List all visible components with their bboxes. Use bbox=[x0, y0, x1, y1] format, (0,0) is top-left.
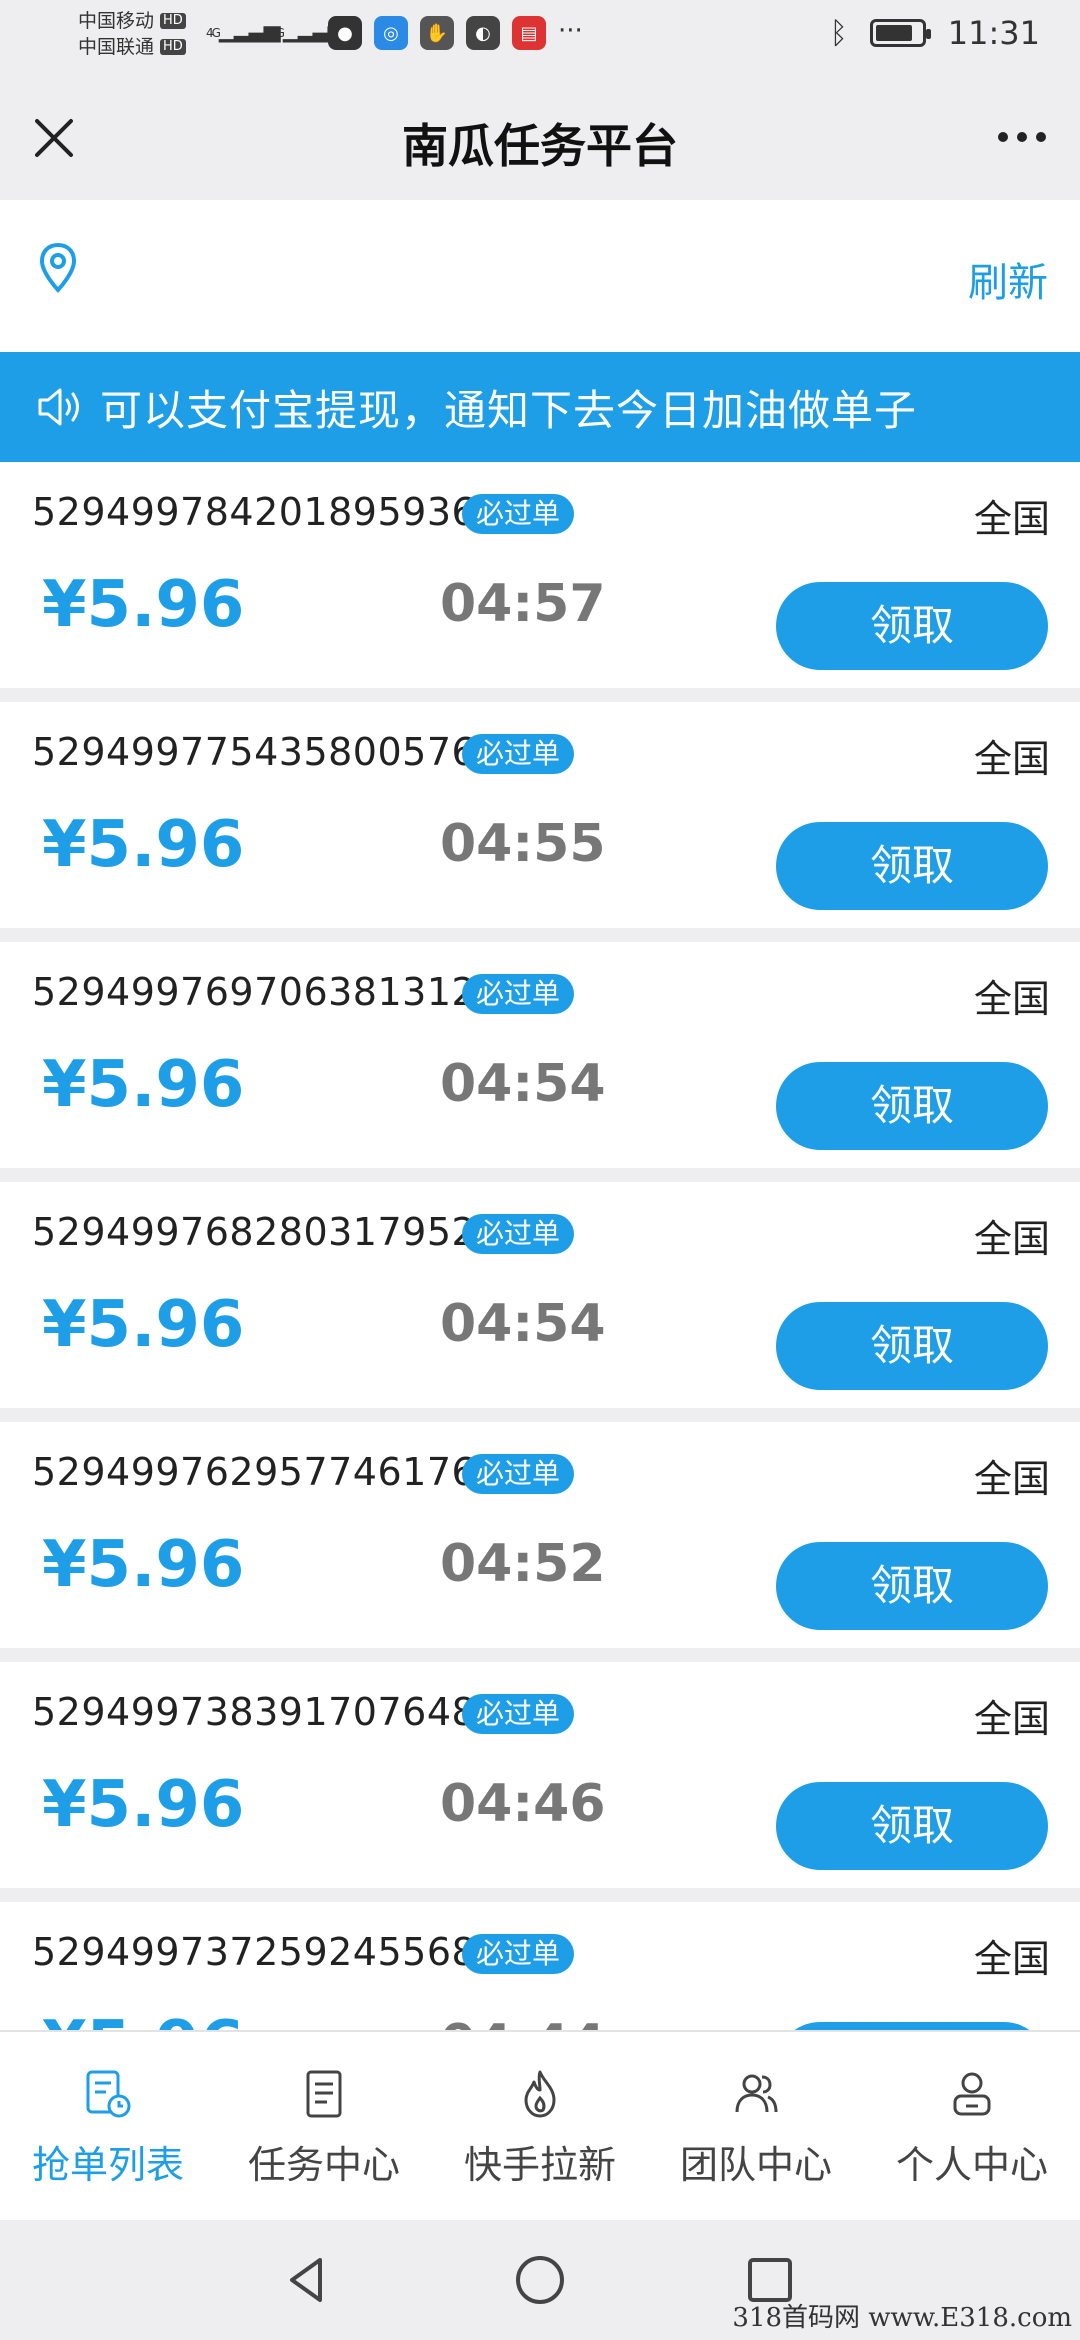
clock: 11:31 bbox=[947, 14, 1040, 52]
must-pass-badge: 必过单 bbox=[462, 734, 575, 774]
nav-label: 个人中心 bbox=[895, 2143, 1048, 2187]
order-card: 529499784201895936 必过单 全国 ¥5.96 04:57 领取 bbox=[0, 462, 1080, 688]
order-card: 529499737259245568 必过单 全国 ¥5.96 04:44 领取 bbox=[0, 1902, 1080, 2030]
order-timer: 04:52 bbox=[440, 1534, 606, 1594]
title-bar: 南瓜任务平台 bbox=[0, 70, 1080, 200]
order-card: 529499768280317952 必过单 全国 ¥5.96 04:54 领取 bbox=[0, 1182, 1080, 1408]
order-list[interactable]: 529499784201895936 必过单 全国 ¥5.96 04:57 领取… bbox=[0, 462, 1080, 2030]
app-icon: ✋ bbox=[420, 16, 454, 50]
order-id: 529499769706381312 bbox=[32, 970, 477, 1014]
order-id: 529499768280317952 bbox=[32, 1210, 477, 1254]
location-bar: 刷新 bbox=[0, 200, 1080, 352]
order-price: ¥5.96 bbox=[42, 808, 245, 882]
order-region: 全国 bbox=[973, 737, 1050, 781]
nav-label: 任务中心 bbox=[247, 2143, 400, 2187]
bluetooth-icon: ᛒ bbox=[829, 15, 848, 51]
order-region: 全国 bbox=[973, 1457, 1050, 1501]
notice-banner: 可以支付宝提现，通知下去今日加油做单子 bbox=[0, 352, 1080, 462]
flame-icon bbox=[524, 2070, 556, 2118]
must-pass-badge: 必过单 bbox=[462, 494, 575, 534]
speaker-icon bbox=[38, 388, 79, 426]
order-price: ¥5.96 bbox=[42, 1048, 245, 1122]
carrier-2: 中国联通 bbox=[78, 36, 155, 58]
order-region: 全国 bbox=[973, 1937, 1050, 1981]
order-id: 529499738391707648 bbox=[32, 1690, 477, 1734]
search-app-icon: ◎ bbox=[374, 16, 408, 50]
order-price: ¥5.96 bbox=[42, 2008, 244, 2030]
order-timer: 04:54 bbox=[440, 1294, 606, 1354]
nav-item-team-center[interactable]: 团队中心 bbox=[648, 2032, 864, 2220]
order-price: ¥5.96 bbox=[42, 1528, 245, 1602]
order-card: 529499738391707648 必过单 全国 ¥5.96 04:46 领取 bbox=[0, 1662, 1080, 1888]
order-price: ¥5.96 bbox=[42, 1288, 245, 1362]
nav-item-order-list[interactable]: 抢单列表 bbox=[0, 2032, 216, 2220]
order-card: 529499769706381312 必过单 全国 ¥5.96 04:54 领取 bbox=[0, 942, 1080, 1168]
battery-icon bbox=[869, 19, 931, 47]
notice-text: 可以支付宝提现，通知下去今日加油做单子 bbox=[100, 385, 918, 435]
home-icon[interactable] bbox=[512, 2252, 568, 2308]
order-card: 529499775435800576 必过单 全国 ¥5.96 04:55 领取 bbox=[0, 702, 1080, 928]
signal-icon: 4G▁▂▃▅ bbox=[206, 18, 281, 43]
must-pass-badge: 必过单 bbox=[462, 1694, 575, 1734]
more-notifications-icon: ··· bbox=[558, 16, 583, 46]
back-icon[interactable] bbox=[280, 2252, 336, 2308]
must-pass-badge: 必过单 bbox=[462, 1454, 575, 1494]
order-price: ¥5.96 bbox=[42, 1768, 245, 1842]
bottom-nav: 抢单列表 任务中心 快手拉新 团队中心 个人中心 bbox=[0, 2030, 1080, 2220]
order-id: 529499775435800576 bbox=[32, 730, 477, 774]
order-region: 全国 bbox=[973, 497, 1050, 541]
claim-button[interactable]: 领取 bbox=[776, 1542, 1048, 1630]
location-pin-icon[interactable] bbox=[38, 242, 78, 294]
page-title: 南瓜任务平台 bbox=[402, 119, 678, 173]
refresh-button[interactable]: 刷新 bbox=[968, 250, 1048, 308]
order-region: 全国 bbox=[973, 1697, 1050, 1741]
hd-badge: HD bbox=[160, 39, 186, 55]
book-icon: ▤ bbox=[512, 16, 546, 50]
claim-button[interactable]: 领取 bbox=[776, 1782, 1048, 1870]
nav-item-kuaishou[interactable]: 快手拉新 bbox=[432, 2032, 648, 2220]
carrier-info: 中国移动 HD 中国联通 HD bbox=[78, 8, 186, 60]
order-timer: 04:54 bbox=[440, 1054, 606, 1114]
app-icon: ◐ bbox=[466, 16, 500, 50]
notification-icons: ● ◎ ✋ ◐ ▤ ··· bbox=[328, 16, 583, 50]
hd-badge: HD bbox=[160, 13, 186, 29]
user-icon bbox=[953, 2072, 991, 2116]
order-list-icon bbox=[86, 2070, 131, 2118]
system-nav-bar: 318首码网 www.E318.com bbox=[0, 2220, 1080, 2340]
order-timer: 04:55 bbox=[440, 814, 606, 874]
nav-item-task-center[interactable]: 任务中心 bbox=[216, 2032, 432, 2220]
nav-label: 抢单列表 bbox=[31, 2143, 184, 2187]
status-bar: 中国移动 HD 中国联通 HD 4G▁▂▃▅ 4G▁▂▃▅ ● ◎ ✋ ◐ ▤ ··… bbox=[0, 0, 1080, 70]
claim-button[interactable]: 领取 bbox=[776, 582, 1048, 670]
order-id: 529499784201895936 bbox=[32, 490, 477, 534]
order-id: 529499762957746176 bbox=[32, 1450, 477, 1494]
claim-button[interactable]: 领取 bbox=[776, 1062, 1048, 1150]
qq-icon: ● bbox=[328, 16, 362, 50]
document-icon bbox=[306, 2070, 342, 2118]
must-pass-badge: 必过单 bbox=[462, 1214, 575, 1254]
must-pass-badge: 必过单 bbox=[462, 1934, 575, 1974]
order-timer: 04:46 bbox=[440, 1774, 606, 1834]
order-region: 全国 bbox=[973, 977, 1050, 1021]
claim-button[interactable]: 领取 bbox=[776, 1302, 1048, 1390]
carrier-1: 中国移动 bbox=[78, 10, 155, 32]
watermark: 318首码网 www.E318.com bbox=[732, 2303, 1072, 2333]
nav-label: 快手拉新 bbox=[463, 2143, 616, 2187]
order-timer: 04:57 bbox=[440, 574, 606, 634]
team-icon bbox=[735, 2074, 778, 2113]
more-options-icon[interactable] bbox=[998, 132, 1046, 142]
claim-button[interactable]: 领取 bbox=[776, 822, 1048, 910]
claim-button[interactable]: 领取 bbox=[776, 2022, 1048, 2030]
must-pass-badge: 必过单 bbox=[462, 974, 575, 1014]
nav-label: 团队中心 bbox=[679, 2143, 832, 2187]
nav-item-personal-center[interactable]: 个人中心 bbox=[864, 2032, 1080, 2220]
order-timer: 04:44 bbox=[440, 2014, 606, 2030]
order-region: 全国 bbox=[973, 1217, 1050, 1261]
order-price: ¥5.96 bbox=[42, 568, 245, 642]
order-card: 529499762957746176 必过单 全国 ¥5.96 04:52 领取 bbox=[0, 1422, 1080, 1648]
order-id: 529499737259245568 bbox=[32, 1930, 477, 1974]
